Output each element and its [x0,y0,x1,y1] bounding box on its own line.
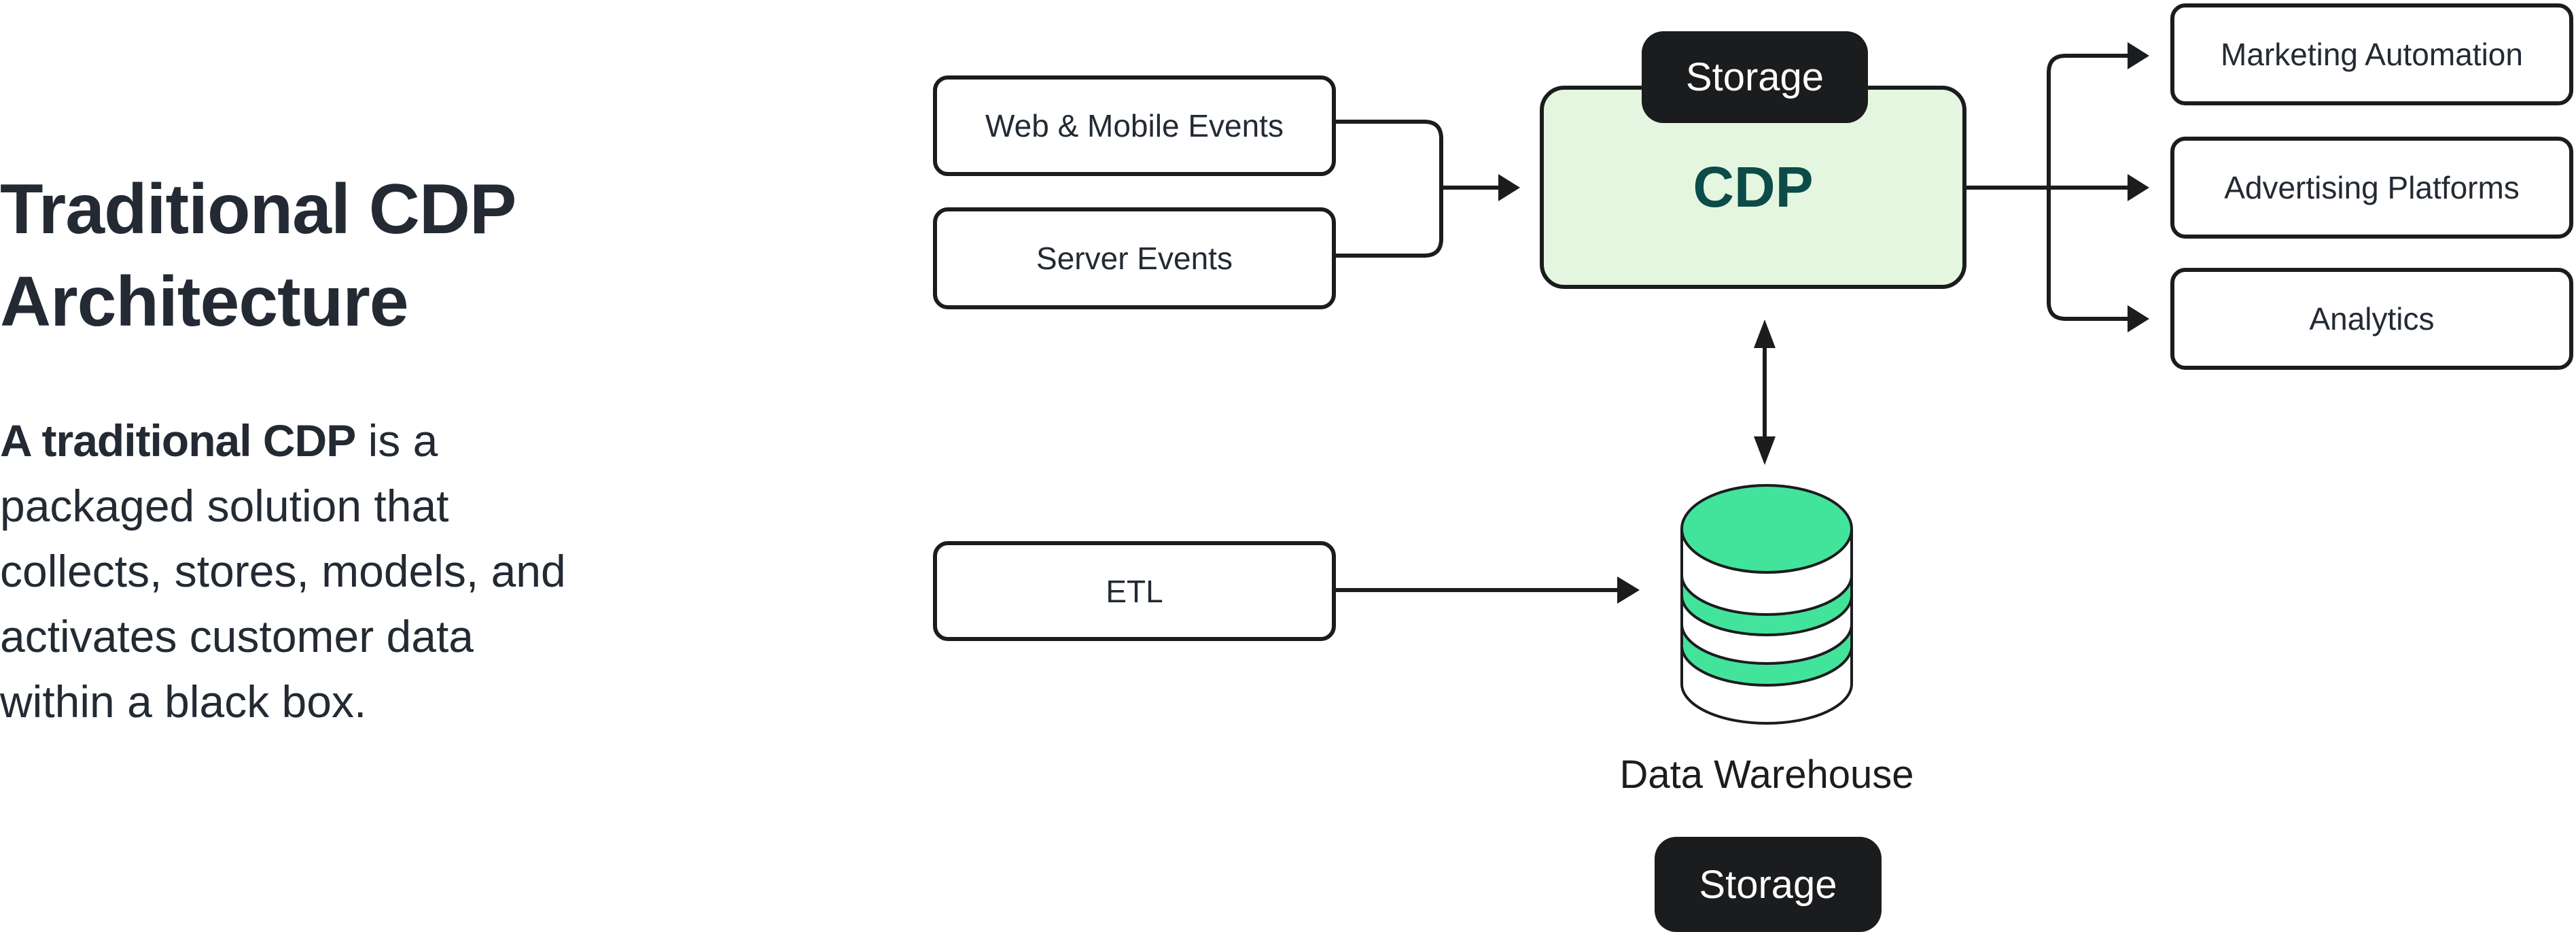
arrowhead-icon [2128,305,2149,332]
source-server-events: Server Events [933,207,1336,309]
source-label: ETL [1106,573,1163,609]
cdp-label: CDP [1693,155,1814,219]
destination-label: Analytics [2309,301,2435,336]
source-bracket [1336,120,1443,258]
source-label: Server Events [1036,241,1233,276]
arrowhead-icon [2128,42,2149,69]
destination-advertising-platforms: Advertising Platforms [2170,137,2573,239]
destination-label: Marketing Automation [2221,37,2523,72]
arrowhead-icon [1498,174,1520,201]
destination-analytics: Analytics [2170,268,2573,370]
source-label: Web & Mobile Events [985,108,1284,143]
badge-label: Storage [1699,862,1837,907]
arrowhead-icon [1754,436,1776,465]
cdp-storage-badge: Storage [1642,31,1868,123]
source-web-mobile-events: Web & Mobile Events [933,75,1336,176]
arrowhead-icon [2128,174,2149,201]
data-warehouse-label: Data Warehouse [1619,753,1914,797]
arrowhead-icon [1754,320,1776,348]
arrowhead-icon [1617,576,1640,604]
destination-marketing-automation: Marketing Automation [2170,3,2573,105]
source-etl: ETL [933,541,1336,641]
warehouse-storage-badge: Storage [1655,837,1882,932]
database-icon [1680,484,1853,725]
badge-label: Storage [1685,55,1824,99]
destination-label: Advertising Platforms [2224,170,2520,205]
